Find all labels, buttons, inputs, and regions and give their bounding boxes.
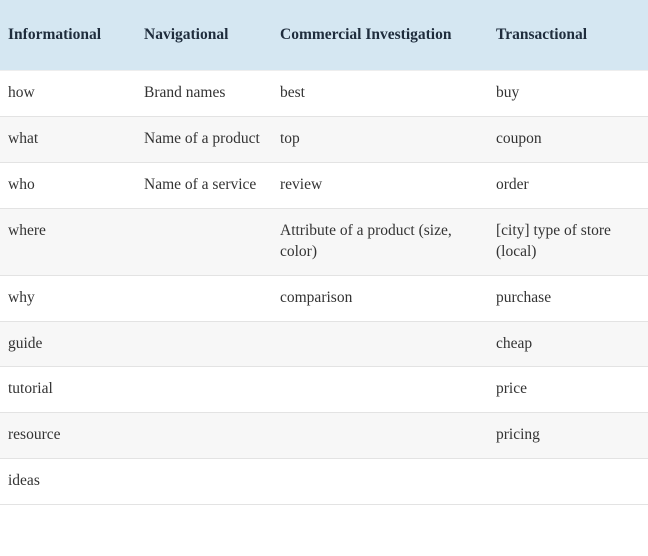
table-row: where Attribute of a product (size, color… xyxy=(0,208,648,276)
header-row: Informational Navigational Commercial In… xyxy=(0,0,648,71)
cell-transactional: [city] type of store (local) xyxy=(488,208,648,276)
cell-commercial-investigation: best xyxy=(272,70,488,117)
cell-transactional: buy xyxy=(488,70,648,117)
cell-navigational xyxy=(136,458,272,506)
cell-transactional xyxy=(488,458,648,506)
cell-commercial-investigation: comparison xyxy=(272,275,488,322)
cell-transactional: order xyxy=(488,162,648,209)
cell-navigational: Brand names xyxy=(136,70,272,117)
table-row: resource pricing xyxy=(0,412,648,460)
cell-transactional: pricing xyxy=(488,412,648,460)
column-header-informational: Informational xyxy=(0,0,136,71)
cell-navigational xyxy=(136,275,272,322)
cell-commercial-investigation xyxy=(272,458,488,506)
cell-commercial-investigation xyxy=(272,366,488,414)
table-body: how Brand names best buy what Name of a produ… xyxy=(0,70,648,506)
table-row: what Name of a product top coupon xyxy=(0,116,648,163)
cell-informational: ideas xyxy=(0,458,136,506)
table-header: Informational Navigational Commercial In… xyxy=(0,0,648,71)
column-header-transactional: Transactional xyxy=(488,0,648,71)
cell-commercial-investigation: top xyxy=(272,116,488,163)
column-header-commercial-investigation: Commercial Investigation xyxy=(272,0,488,71)
cell-navigational xyxy=(136,208,272,276)
cell-informational: why xyxy=(0,275,136,322)
cell-transactional: price xyxy=(488,366,648,414)
cell-informational: tutorial xyxy=(0,366,136,414)
cell-informational: resource xyxy=(0,412,136,460)
table-row: who Name of a service review order xyxy=(0,162,648,209)
cell-commercial-investigation: Attribute of a product (size, color) xyxy=(272,208,488,276)
cell-commercial-investigation xyxy=(272,412,488,460)
table-row: how Brand names best buy xyxy=(0,70,648,117)
table-row: guide cheap xyxy=(0,321,648,368)
cell-informational: how xyxy=(0,70,136,117)
search-intent-table: Informational Navigational Commercial In… xyxy=(0,0,648,506)
cell-navigational xyxy=(136,412,272,460)
cell-transactional: coupon xyxy=(488,116,648,163)
column-header-navigational: Navigational xyxy=(136,0,272,71)
cell-informational: who xyxy=(0,162,136,209)
cell-transactional: purchase xyxy=(488,275,648,322)
cell-commercial-investigation: review xyxy=(272,162,488,209)
cell-navigational xyxy=(136,366,272,414)
cell-informational: what xyxy=(0,116,136,163)
cell-informational: where xyxy=(0,208,136,276)
table-row: why comparison purchase xyxy=(0,275,648,322)
table-row: ideas xyxy=(0,458,648,506)
cell-transactional: cheap xyxy=(488,321,648,368)
cell-commercial-investigation xyxy=(272,321,488,368)
cell-navigational: Name of a product xyxy=(136,116,272,163)
cell-informational: guide xyxy=(0,321,136,368)
cell-navigational: Name of a service xyxy=(136,162,272,209)
table-row: tutorial price xyxy=(0,366,648,414)
cell-navigational xyxy=(136,321,272,368)
